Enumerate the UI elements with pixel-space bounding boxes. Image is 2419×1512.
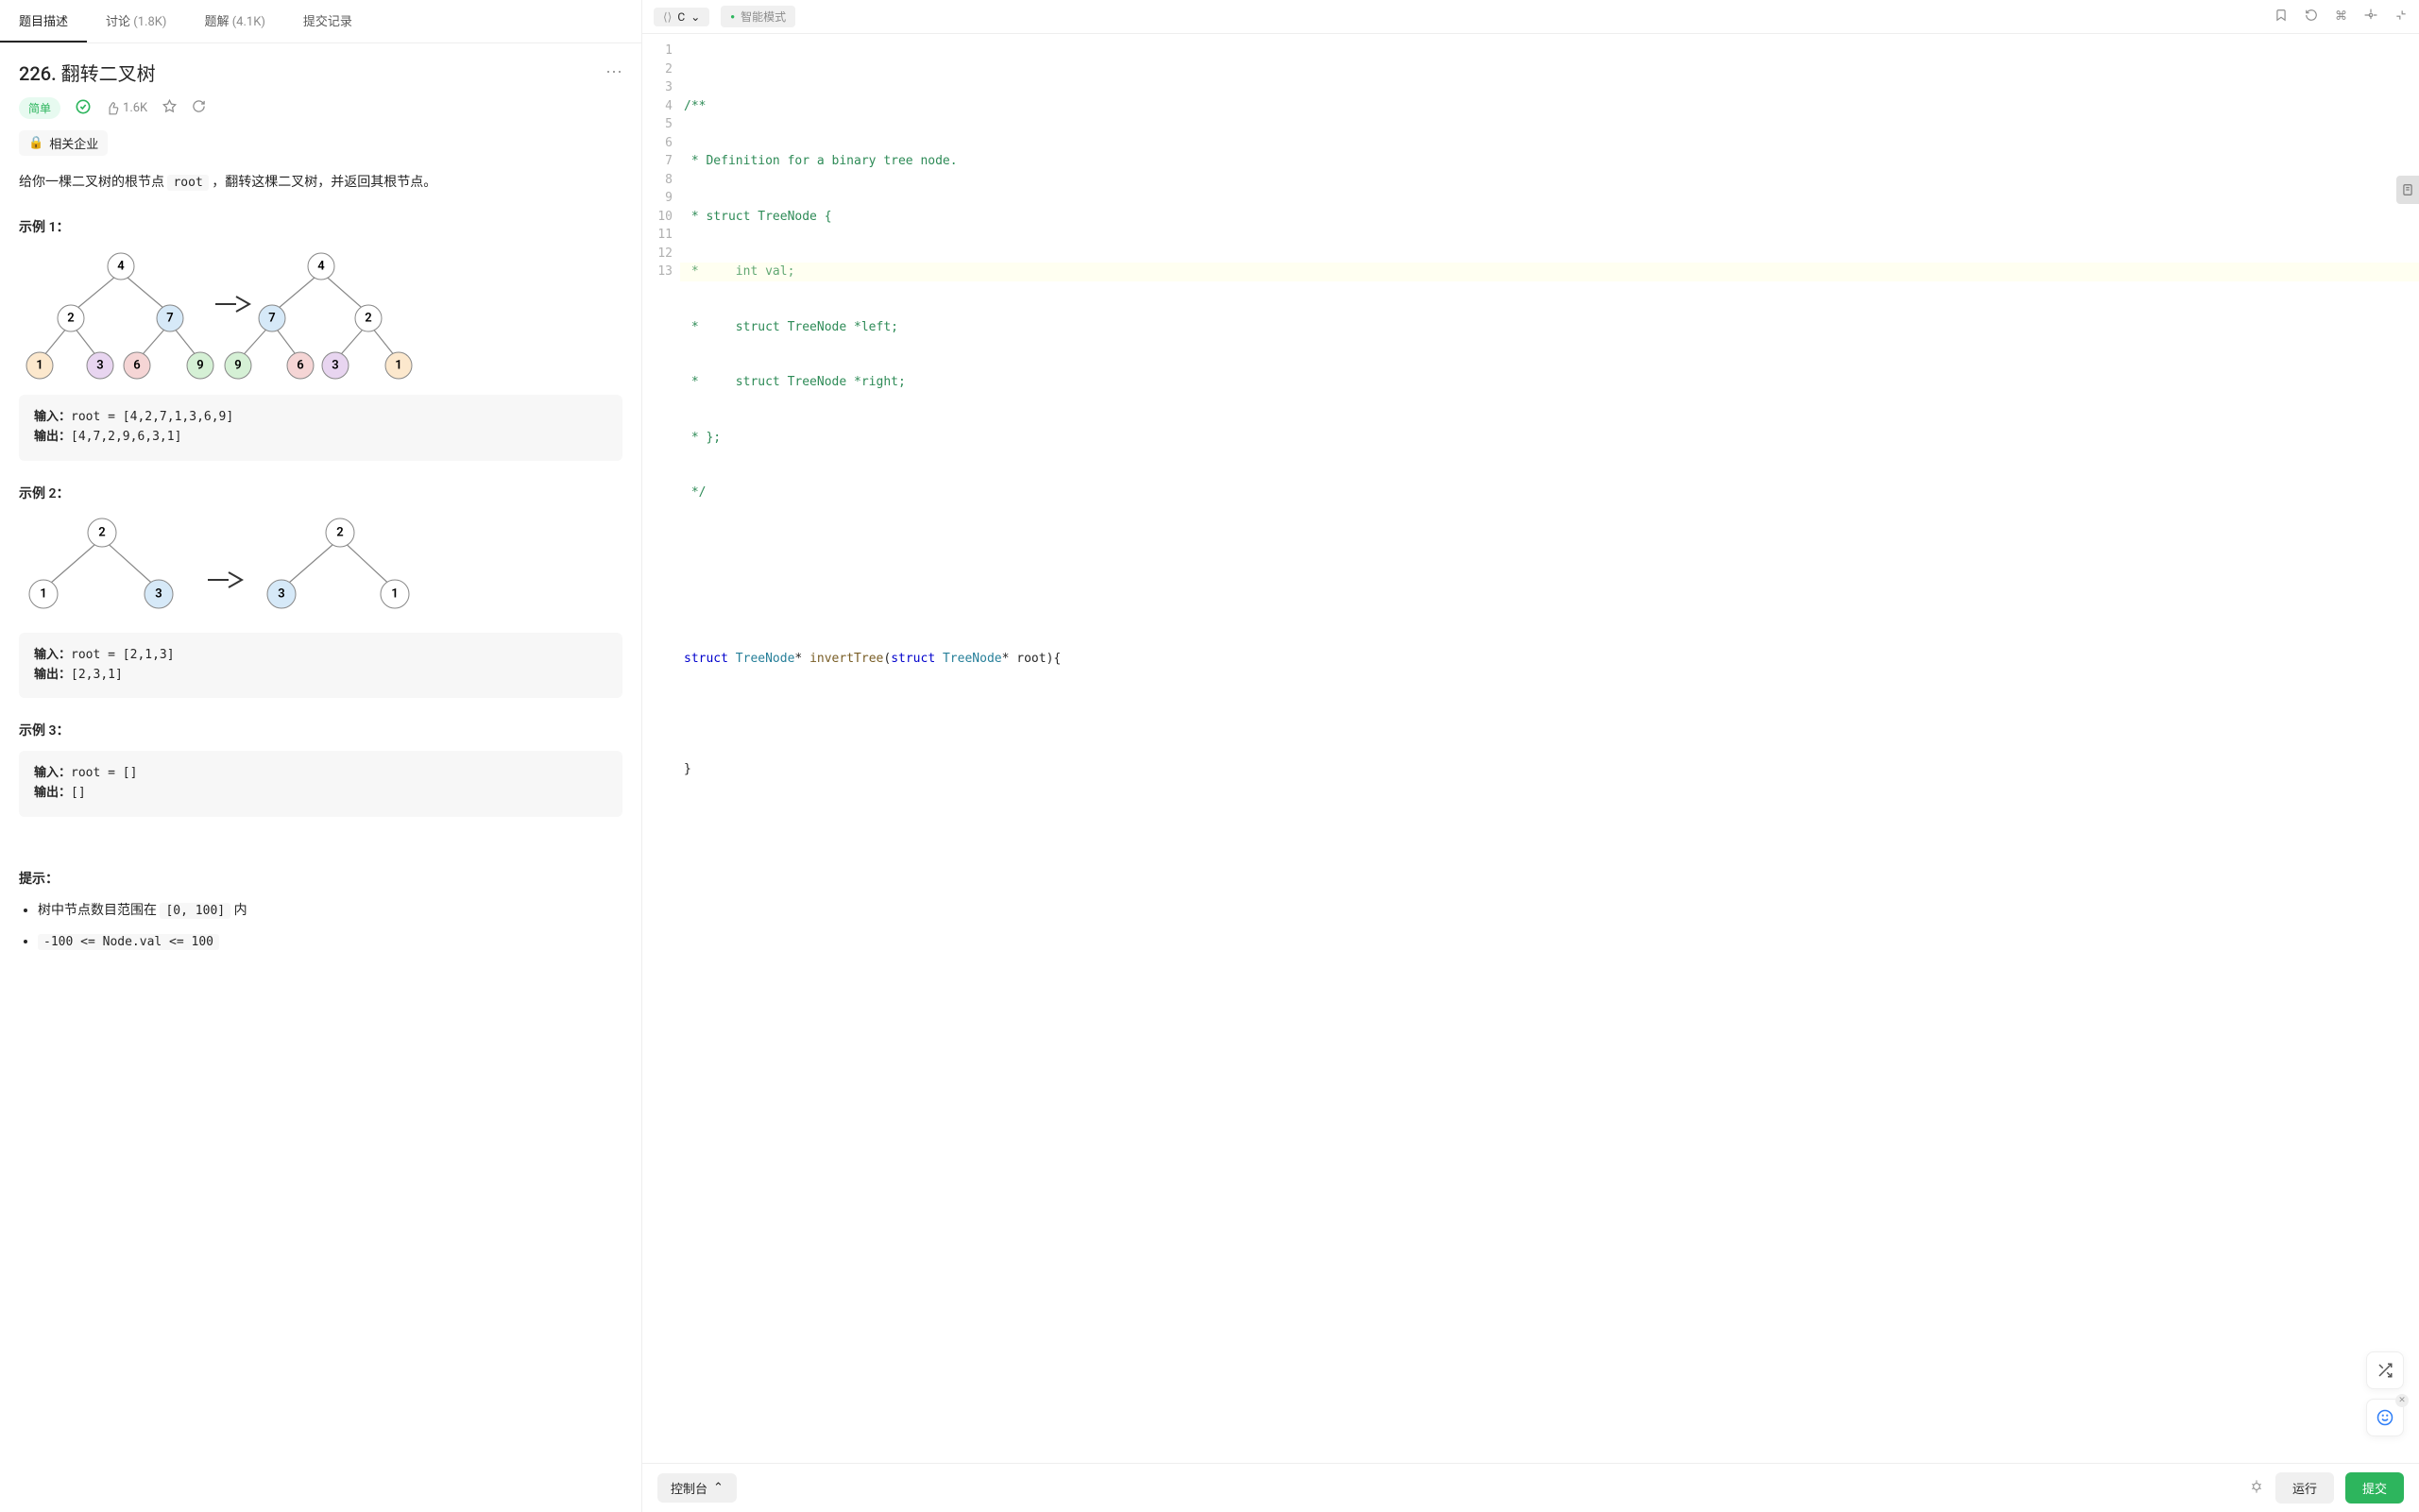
debug-icon[interactable] xyxy=(2249,1479,2264,1498)
svg-text:3: 3 xyxy=(96,359,103,373)
submit-button[interactable]: 提交 xyxy=(2345,1472,2404,1504)
chevron-down-icon: ⌄ xyxy=(690,10,700,24)
svg-text:1: 1 xyxy=(391,586,398,601)
line-numbers: 12345678910111213 xyxy=(642,34,680,1463)
help-chat-button[interactable]: ✕ xyxy=(2366,1399,2404,1436)
tab-discuss[interactable]: 讨论 (1.8K) xyxy=(87,0,185,42)
svg-text:6: 6 xyxy=(133,359,140,373)
svg-text:9: 9 xyxy=(234,359,241,373)
svg-text:1: 1 xyxy=(395,359,401,373)
example1-code: 输入：root = [4,2,7,1,3,6,9] 输出：[4,7,2,9,6,… xyxy=(19,395,622,461)
keyboard-shortcut-icon[interactable]: ⌘ xyxy=(2335,9,2347,24)
svg-text:2: 2 xyxy=(67,312,74,326)
example2-diagram: 2 1 3 2 3 1 xyxy=(19,514,622,621)
svg-text:3: 3 xyxy=(278,586,284,601)
console-toggle[interactable]: 控制台 ⌃ xyxy=(657,1473,737,1503)
lock-icon: 🔒 xyxy=(28,136,43,150)
difficulty-badge: 简单 xyxy=(19,97,60,119)
svg-text:2: 2 xyxy=(336,525,343,539)
random-question-button[interactable] xyxy=(2366,1351,2404,1389)
more-icon[interactable]: ⋯ xyxy=(605,62,622,82)
language-select[interactable]: ⟨⟩ C ⌄ xyxy=(654,8,709,26)
run-button[interactable]: 运行 xyxy=(2275,1472,2334,1504)
favorite-icon[interactable] xyxy=(162,99,177,117)
svg-text:1: 1 xyxy=(36,359,43,373)
tab-solution[interactable]: 题解 (4.1K) xyxy=(185,0,283,42)
svg-text:4: 4 xyxy=(317,260,325,274)
svg-text:7: 7 xyxy=(166,312,173,326)
svg-text:9: 9 xyxy=(196,359,203,373)
example2-title: 示例 2： xyxy=(19,484,622,502)
problem-title: 226. 翻转二叉树 xyxy=(19,59,156,86)
like-button[interactable]: 1.6K xyxy=(106,101,147,115)
hints-list: 树中节点数目范围在 [0, 100] 内 -100 <= Node.val <=… xyxy=(19,899,622,954)
fullscreen-icon[interactable] xyxy=(2394,8,2408,25)
svg-text:6: 6 xyxy=(297,359,303,373)
paste-button[interactable] xyxy=(2396,176,2419,204)
svg-text:3: 3 xyxy=(155,586,162,601)
example3-code: 输入：root = [] 输出：[] xyxy=(19,751,622,817)
svg-text:3: 3 xyxy=(332,359,338,373)
svg-text:7: 7 xyxy=(268,312,275,326)
company-tag[interactable]: 🔒 相关企业 xyxy=(19,130,108,156)
example1-title: 示例 1： xyxy=(19,217,622,236)
chevron-up-icon: ⌃ xyxy=(713,1481,724,1495)
example3-title: 示例 3： xyxy=(19,721,622,739)
svg-text:4: 4 xyxy=(117,260,125,274)
svg-text:2: 2 xyxy=(365,312,371,326)
code-editor[interactable]: 12345678910111213 /** * Definition for a… xyxy=(642,34,2419,1463)
example1-diagram: 4 2 7 1 3 6 9 4 7 2 9 6 3 1 xyxy=(19,247,622,383)
hints-title: 提示： xyxy=(19,869,622,888)
tab-submission[interactable]: 提交记录 xyxy=(284,0,371,42)
problem-tabs: 题目描述 讨论 (1.8K) 题解 (4.1K) 提交记录 xyxy=(0,0,641,43)
svg-text:2: 2 xyxy=(98,525,105,539)
problem-description: 给你一棵二叉树的根节点 root ，翻转这棵二叉树，并返回其根节点。 xyxy=(19,171,622,195)
bookmark-icon[interactable] xyxy=(2274,8,2288,25)
solved-check-icon xyxy=(76,99,91,118)
close-icon[interactable]: ✕ xyxy=(2395,1394,2409,1407)
smart-mode-toggle[interactable]: ● 智能模式 xyxy=(721,6,795,27)
svg-text:1: 1 xyxy=(40,586,46,601)
reset-icon[interactable] xyxy=(2305,8,2318,25)
tab-description[interactable]: 题目描述 xyxy=(0,0,87,42)
settings-icon[interactable] xyxy=(2364,8,2377,25)
refresh-icon[interactable] xyxy=(192,99,206,117)
example2-code: 输入：root = [2,1,3] 输出：[2,3,1] xyxy=(19,633,622,699)
